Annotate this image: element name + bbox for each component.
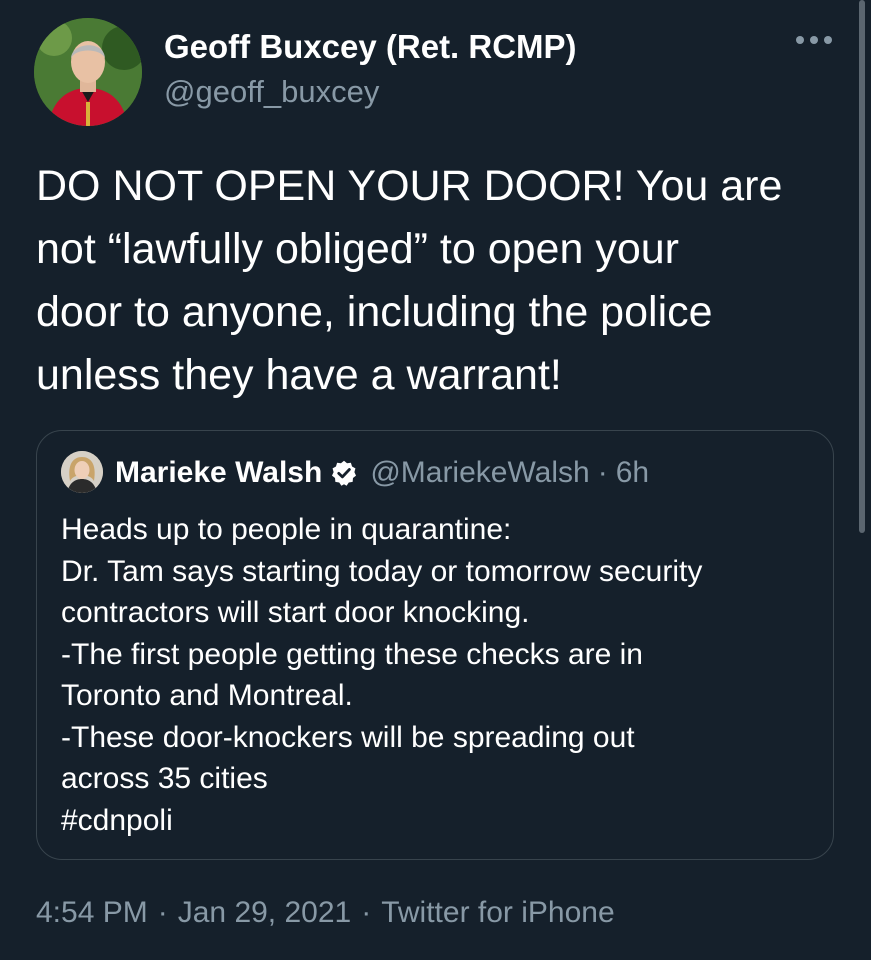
- tweet-source[interactable]: Twitter for iPhone: [381, 896, 614, 929]
- separator-dot: ·: [361, 896, 372, 929]
- tweet-text-line: DO NOT OPEN YOUR DOOR! You are: [36, 162, 783, 210]
- quoted-tweet-age: 6h: [615, 456, 650, 489]
- tweet-text-line: door to anyone, including the police: [36, 288, 713, 336]
- more-options-button[interactable]: [790, 24, 838, 56]
- quoted-text-line: -These door-knockers will be spreading o…: [61, 720, 635, 754]
- separator-dot: ·: [157, 896, 168, 929]
- author-name[interactable]: Geoff Buxcey (Ret. RCMP): [164, 28, 577, 66]
- author-avatar-photo: [34, 18, 142, 126]
- quoted-text-line: Toronto and Montreal.: [61, 679, 353, 712]
- quoted-text-line: contractors will start door knocking.: [61, 596, 530, 629]
- quoted-author-name: Marieke Walsh: [115, 456, 323, 489]
- tweet-text-line: not “lawfully obliged” to open your: [36, 225, 679, 273]
- quoted-text-line: -The first people getting these checks a…: [61, 637, 643, 671]
- quoted-text-line: Heads up to people in quarantine:: [61, 513, 512, 546]
- separator-dot: ·: [597, 456, 608, 489]
- tweet-text-line: unless they have a warrant!: [36, 351, 562, 399]
- tweet-date[interactable]: Jan 29, 2021: [178, 896, 351, 929]
- tweet-time[interactable]: 4:54 PM: [36, 896, 148, 929]
- tweet-meta: 4:54 PM · Jan 29, 2021 · Twitter for iPhone: [36, 896, 615, 930]
- tweet-text: DO NOT OPEN YOUR DOOR! You are not “lawf…: [36, 155, 846, 407]
- quoted-author-avatar-photo: [61, 451, 103, 493]
- quoted-tweet-header: Marieke Walsh @MariekeWalsh · 6h: [115, 453, 649, 493]
- quoted-text-line: across 35 cities: [61, 762, 268, 795]
- scrollbar-thumb[interactable]: [859, 0, 865, 533]
- author-handle[interactable]: @geoff_buxcey: [164, 74, 379, 110]
- quoted-author-handle: @MariekeWalsh: [370, 456, 590, 489]
- verified-badge-icon: [330, 459, 358, 487]
- quoted-tweet-text: Heads up to people in quarantine: Dr. Ta…: [61, 509, 821, 841]
- quoted-text-line: #cdnpoli: [61, 803, 173, 837]
- author-avatar[interactable]: [34, 18, 142, 126]
- more-horizontal-icon: [796, 36, 832, 44]
- quoted-text-line: Dr. Tam says starting today or tomorrow …: [61, 554, 703, 588]
- quoted-tweet-card[interactable]: Marieke Walsh @MariekeWalsh · 6h Heads u…: [36, 430, 834, 860]
- quoted-author-avatar: [61, 451, 103, 493]
